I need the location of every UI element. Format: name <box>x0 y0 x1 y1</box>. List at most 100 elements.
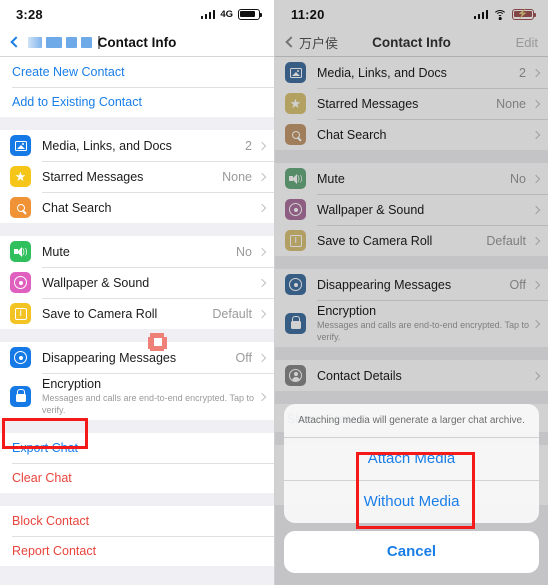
media-links-docs-label: Media, Links, and Docs <box>317 65 447 80</box>
chat-search-row[interactable]: Chat Search <box>0 192 274 223</box>
timer-icon <box>285 274 306 295</box>
chevron-right-icon <box>257 172 267 181</box>
starred-messages-label: Starred Messages <box>42 169 144 184</box>
without-media-button[interactable]: Without Media <box>284 480 539 523</box>
chevron-left-icon <box>285 36 297 48</box>
download-icon <box>285 230 306 251</box>
network-type-label: 4G <box>220 8 233 20</box>
starred-messages-value: None <box>496 96 526 111</box>
encryption-row[interactable]: Encryption Messages and calls are end-to… <box>275 300 548 348</box>
disappearing-messages-row[interactable]: Disappearing Messages Off <box>275 269 548 300</box>
chat-search-label: Chat Search <box>42 200 112 215</box>
encryption-label: Encryption <box>317 304 377 318</box>
save-to-camera-roll-row[interactable]: Save to Camera Roll Default <box>275 225 548 256</box>
disappearing-messages-value: Off <box>509 277 526 292</box>
wallpaper-icon <box>285 199 306 220</box>
chevron-right-icon <box>531 174 541 183</box>
right-status-time: 11:20 <box>291 6 325 22</box>
media-links-docs-row[interactable]: Media, Links, and Docs 2 <box>0 130 274 161</box>
section-spacer <box>275 391 548 405</box>
chat-search-label: Chat Search <box>317 127 387 142</box>
speaker-icon: )) <box>285 168 306 189</box>
attach-media-button[interactable]: Attach Media <box>284 438 539 480</box>
right-prefs-group: )) Mute No Wallpaper & Sound Save to Cam… <box>275 163 548 256</box>
left-nav-bar: Contact Info <box>0 28 274 57</box>
save-to-camera-roll-label: Save to Camera Roll <box>317 233 433 248</box>
left-status-icons: 4G <box>200 8 263 20</box>
cancel-button[interactable]: Cancel <box>284 531 539 573</box>
mute-value: No <box>236 244 252 259</box>
mute-label: Mute <box>42 244 70 259</box>
save-to-camera-roll-row[interactable]: Save to Camera Roll Default <box>0 298 274 329</box>
back-button[interactable] <box>10 35 100 49</box>
right-media-group: Media, Links, and Docs 2 ★ Starred Messa… <box>275 57 548 150</box>
chevron-right-icon <box>531 236 541 245</box>
chevron-right-icon <box>257 203 267 212</box>
chevron-right-icon <box>531 99 541 108</box>
left-phone-screen: 3:28 4G Contact Info Create New Contact … <box>0 0 274 585</box>
save-to-camera-roll-value: Default <box>486 233 526 248</box>
wallpaper-sound-row[interactable]: Wallpaper & Sound <box>275 194 548 225</box>
report-contact-label: Report Contact <box>12 544 97 559</box>
clear-chat-row[interactable]: Clear Chat <box>0 463 274 494</box>
encryption-row[interactable]: Encryption Messages and calls are end-to… <box>0 373 274 421</box>
clear-chat-label: Clear Chat <box>12 471 72 486</box>
starred-messages-row[interactable]: ★ Starred Messages None <box>275 88 548 119</box>
block-contact-row[interactable]: Block Contact <box>0 506 274 537</box>
chat-search-row[interactable]: Chat Search <box>275 119 548 150</box>
add-to-existing-contact-row[interactable]: Add to Existing Contact <box>0 87 274 117</box>
right-status-icons: ⚡ <box>473 8 537 20</box>
mute-row[interactable]: )) Mute No <box>275 163 548 194</box>
left-privacy-group: Disappearing Messages Off Encryption Mes… <box>0 342 274 421</box>
left-status-time: 3:28 <box>16 6 43 22</box>
chevron-right-icon <box>531 371 541 381</box>
export-chat-label: Export Chat <box>12 441 79 456</box>
export-chat-row[interactable]: Export Chat <box>0 433 274 464</box>
left-settings-list[interactable]: Create New Contact Add to Existing Conta… <box>0 57 274 585</box>
right-nav-bar: 万户侯 Contact Info Edit <box>275 28 548 57</box>
battery-icon <box>238 8 263 20</box>
left-prefs-group: )) Mute No Wallpaper & Sound Save to Cam… <box>0 236 274 329</box>
wallpaper-sound-label: Wallpaper & Sound <box>317 202 425 217</box>
starred-messages-row[interactable]: ★ Starred Messages None <box>0 161 274 192</box>
section-spacer <box>275 150 548 163</box>
chevron-right-icon <box>531 280 541 289</box>
signal-bars-icon <box>200 9 216 19</box>
star-icon: ★ <box>285 93 306 114</box>
back-button-label: 万户侯 <box>299 35 339 51</box>
contact-details-row[interactable]: Contact Details <box>275 360 548 392</box>
section-spacer <box>0 420 274 434</box>
mute-label: Mute <box>317 171 345 186</box>
back-button[interactable]: 万户侯 <box>285 33 338 52</box>
wallpaper-icon <box>10 272 31 293</box>
edit-button[interactable]: Edit <box>516 35 538 50</box>
download-icon <box>10 303 31 324</box>
section-spacer <box>0 223 274 236</box>
mute-row[interactable]: )) Mute No <box>0 236 274 267</box>
photo-icon <box>10 135 31 156</box>
chevron-right-icon <box>257 392 267 401</box>
create-new-contact-row[interactable]: Create New Contact <box>0 57 274 87</box>
create-new-contact-label: Create New Contact <box>12 65 125 79</box>
section-spacer <box>275 256 548 269</box>
chevron-right-icon <box>531 319 541 328</box>
disappearing-messages-row[interactable]: Disappearing Messages Off <box>0 342 274 373</box>
lock-icon <box>285 313 306 335</box>
report-contact-row[interactable]: Report Contact <box>0 536 274 567</box>
section-spacer <box>0 493 274 507</box>
media-links-docs-value: 2 <box>519 65 526 80</box>
chevron-right-icon <box>531 205 541 214</box>
save-to-camera-roll-value: Default <box>212 306 252 321</box>
search-icon <box>10 197 31 218</box>
right-status-bar: 11:20 ⚡ <box>275 0 548 28</box>
wallpaper-sound-row[interactable]: Wallpaper & Sound <box>0 267 274 298</box>
star-icon: ★ <box>10 166 31 187</box>
starred-messages-label: Starred Messages <box>317 96 419 111</box>
battery-charging-icon: ⚡ <box>512 8 537 20</box>
signal-bars-icon <box>473 9 488 19</box>
section-spacer <box>0 566 274 580</box>
starred-messages-value: None <box>222 169 252 184</box>
action-sheet-message: Attaching media will generate a larger c… <box>284 404 539 438</box>
chevron-right-icon <box>257 247 267 256</box>
media-links-docs-row[interactable]: Media, Links, and Docs 2 <box>275 57 548 88</box>
